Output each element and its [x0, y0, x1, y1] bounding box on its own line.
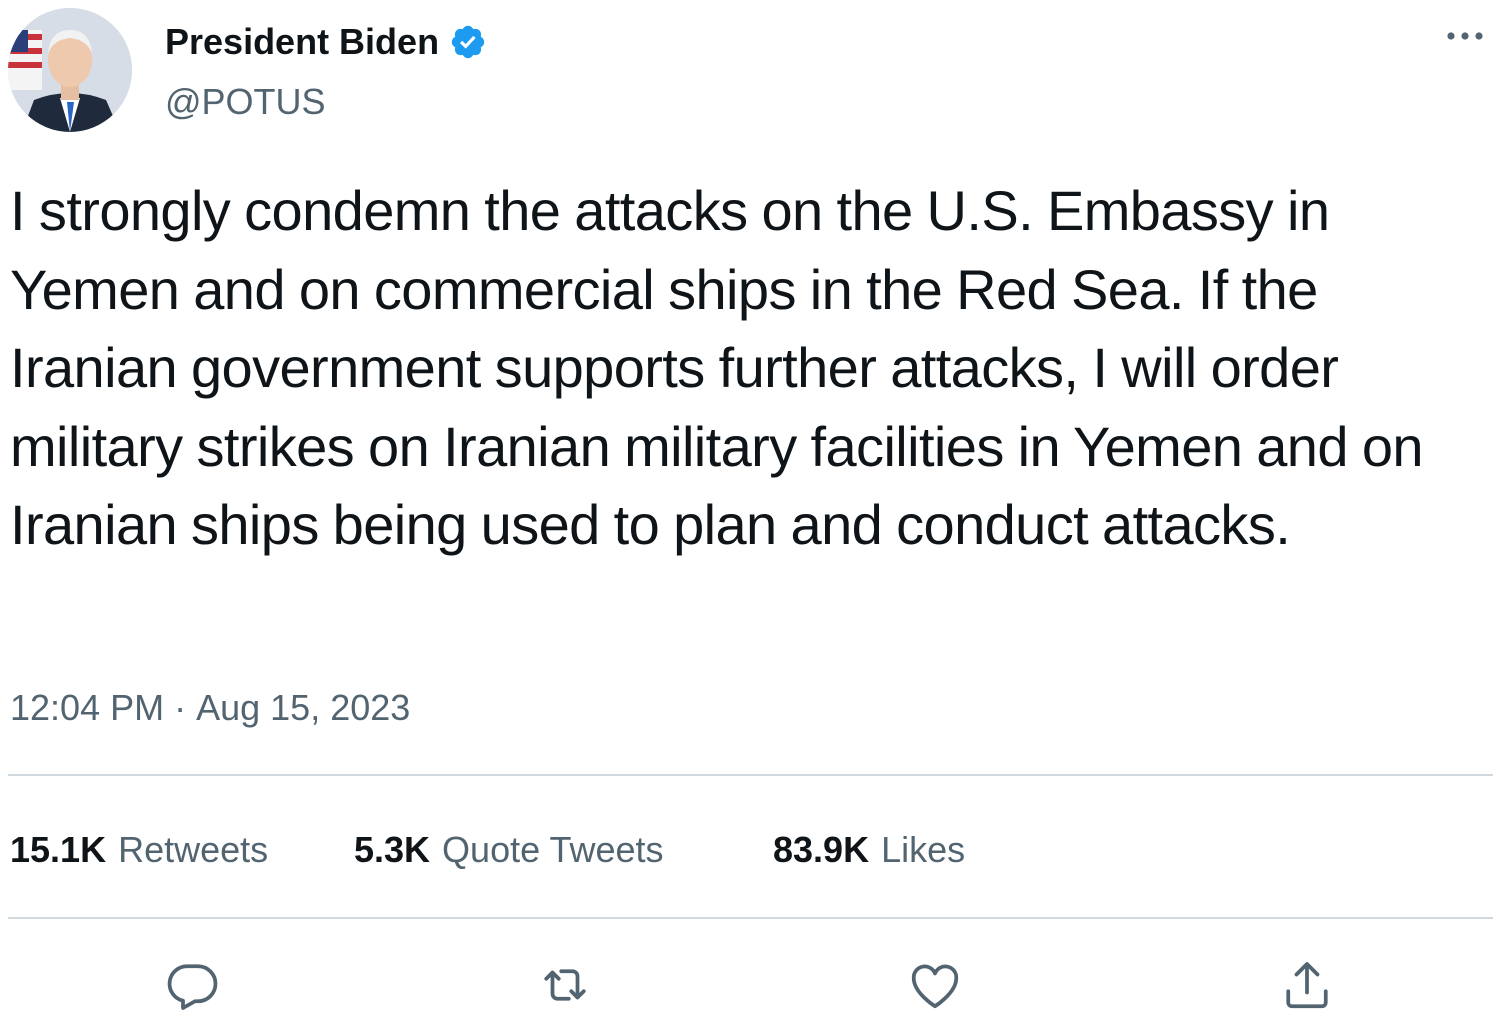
tweet-timestamp[interactable]: 12:04 PM · Aug 15, 2023	[10, 686, 410, 730]
likes-count: 83.9K	[773, 829, 870, 870]
timestamp-separator: ·	[174, 687, 187, 728]
likes-stat[interactable]: 83.9K Likes	[773, 827, 965, 873]
share-icon	[1286, 962, 1328, 1009]
likes-label: Likes	[881, 829, 966, 870]
retweet-button[interactable]	[535, 955, 595, 1015]
retweets-label: Retweets	[118, 829, 269, 870]
avatar[interactable]	[8, 8, 132, 132]
quote-tweets-stat[interactable]: 5.3K Quote Tweets	[354, 827, 664, 873]
quote-tweets-label: Quote Tweets	[442, 829, 664, 870]
more-icon[interactable]	[1440, 18, 1490, 54]
tweet-text: I strongly condemn the attacks on the U.…	[10, 179, 1424, 556]
tweet-date[interactable]: Aug 15, 2023	[196, 687, 410, 728]
retweet-icon	[544, 969, 586, 1001]
verified-badge-icon	[451, 25, 485, 59]
tweet-card: President Biden @POTUS I strongly condem…	[0, 0, 1501, 1017]
reply-button[interactable]	[163, 955, 223, 1015]
like-button[interactable]	[905, 955, 965, 1015]
heart-icon	[911, 964, 959, 1009]
author-name-row[interactable]: President Biden	[165, 20, 487, 64]
retweets-count: 15.1K	[10, 829, 107, 870]
reply-icon	[167, 964, 218, 1010]
retweets-stat[interactable]: 15.1K Retweets	[10, 827, 268, 873]
divider	[8, 917, 1493, 919]
author-handle[interactable]: @POTUS	[165, 80, 326, 124]
divider	[8, 774, 1493, 776]
tweet-time[interactable]: 12:04 PM	[10, 687, 164, 728]
avatar-portrait-icon	[8, 8, 132, 132]
author-name[interactable]: President Biden	[165, 20, 439, 64]
share-button[interactable]	[1277, 955, 1337, 1015]
quote-tweets-count: 5.3K	[354, 829, 431, 870]
